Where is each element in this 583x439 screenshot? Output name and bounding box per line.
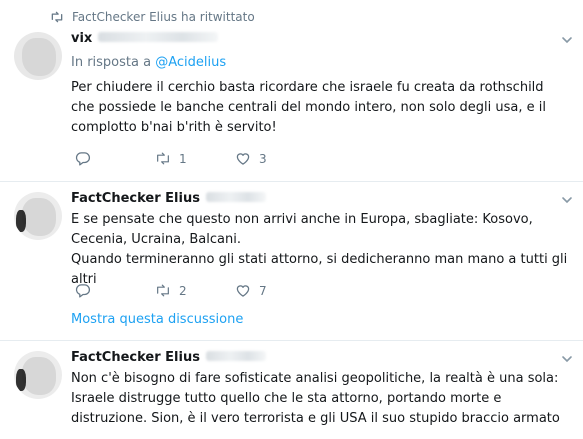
tweet-header: vix	[71, 31, 219, 46]
reply-button[interactable]	[75, 151, 155, 166]
heart-icon	[236, 153, 250, 165]
like-button[interactable]: 3	[235, 151, 315, 166]
tweet-header: FactChecker Elius	[71, 191, 266, 206]
like-count: 7	[259, 283, 267, 298]
tweet-card[interactable]: FactChecker Elius Non c'è bisogno di far…	[0, 341, 583, 439]
user-name[interactable]: FactChecker Elius	[71, 350, 200, 365]
retweet-icon	[157, 152, 169, 165]
tweet-text-line: Non c'è bisogno di fare sofisticate anal…	[71, 371, 560, 426]
user-handle[interactable]	[98, 32, 219, 42]
like-button[interactable]: 7	[235, 283, 315, 298]
like-count: 3	[259, 151, 267, 166]
retweet-label[interactable]: FactChecker Elius ha ritwittato	[72, 10, 255, 24]
user-name[interactable]: vix	[71, 31, 92, 46]
avatar-image-detail	[16, 369, 26, 391]
avatar-image-detail	[16, 210, 26, 232]
user-name[interactable]: FactChecker Elius	[71, 191, 200, 206]
retweet-button[interactable]: 1	[155, 151, 235, 166]
retweet-count: 2	[179, 283, 187, 298]
retweet-icon	[51, 11, 63, 23]
retweet-button[interactable]: 2	[155, 283, 235, 298]
reply-context: In risposta a @Acidelius	[71, 55, 226, 70]
tweet-card[interactable]: FactChecker Elius E se pensate che quest…	[0, 182, 583, 341]
tweet-text: Non c'è bisogno di fare sofisticate anal…	[71, 369, 571, 429]
tweet-actions: 2 7	[75, 283, 315, 298]
tweet-text-line: Per chiudere il cerchio basta ricordare …	[71, 80, 546, 135]
reply-to-link[interactable]: @Acidelius	[155, 55, 226, 70]
reply-icon	[75, 152, 90, 166]
retweet-context: FactChecker Elius ha ritwittato	[50, 10, 255, 24]
avatar[interactable]	[14, 192, 62, 240]
tweet-card[interactable]: FactChecker Elius ha ritwittato vix In r…	[0, 0, 583, 182]
user-handle[interactable]	[205, 192, 266, 202]
tweet-text: E se pensate che questo non arrivi anche…	[71, 210, 571, 290]
tweet-actions: 1 3	[75, 151, 315, 166]
avatar[interactable]	[14, 32, 62, 80]
reply-prefix: In risposta a	[71, 55, 152, 70]
reply-icon	[75, 284, 90, 298]
heart-icon	[236, 285, 250, 297]
avatar[interactable]	[14, 351, 62, 399]
reply-button[interactable]	[75, 283, 155, 298]
avatar-image	[22, 198, 56, 236]
user-handle[interactable]	[205, 351, 266, 361]
avatar-image	[22, 357, 56, 395]
chevron-down-icon[interactable]	[561, 34, 573, 46]
chevron-down-icon[interactable]	[561, 353, 573, 365]
tweet-header: FactChecker Elius	[71, 350, 266, 365]
tweet-text: Per chiudere il cerchio basta ricordare …	[71, 78, 571, 138]
retweet-icon	[157, 284, 169, 297]
avatar-image	[22, 38, 56, 76]
show-thread-link[interactable]: Mostra questa discussione	[71, 312, 243, 327]
retweet-count: 1	[179, 151, 187, 166]
tweet-text-line: E se pensate che questo non arrivi anche…	[71, 212, 533, 247]
chevron-down-icon[interactable]	[561, 194, 573, 206]
